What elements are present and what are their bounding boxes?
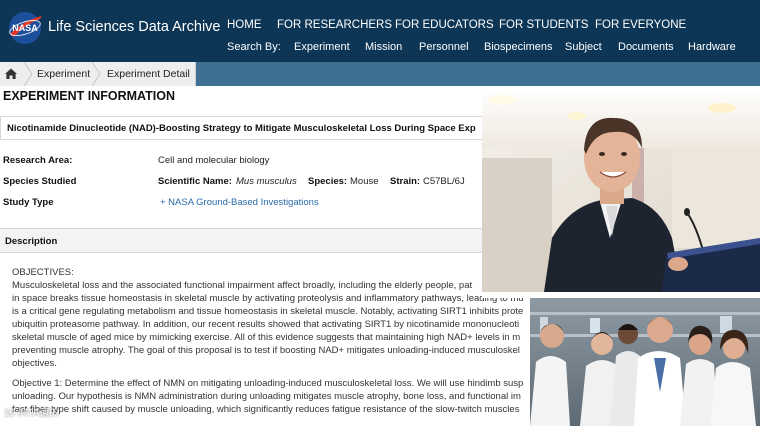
research-area-value: Cell and molecular biology	[158, 155, 270, 166]
site-header: NASA Life Sciences Data Archive HOME FOR…	[0, 0, 760, 62]
description-line: unloading. Our hypothesis is NMN adminis…	[12, 391, 521, 402]
breadcrumb-experiment[interactable]: Experiment	[37, 68, 90, 80]
scientific-name-value: Mus musculus	[236, 176, 297, 187]
search-by-experiment[interactable]: Experiment	[294, 41, 350, 53]
study-type-expand-link[interactable]: + NASA Ground-Based Investigations	[160, 197, 319, 208]
search-by-hardware[interactable]: Hardware	[688, 41, 736, 53]
description-line: preventing muscle atrophy. The goal of t…	[12, 345, 520, 356]
nav-home[interactable]: HOME	[227, 19, 262, 31]
photo-divider	[482, 292, 530, 298]
search-by-biospecimens[interactable]: Biospecimens	[484, 41, 552, 53]
description-title: Description	[5, 236, 58, 247]
chevron-right-icon	[91, 62, 101, 86]
description-line: objectives.	[12, 358, 57, 369]
study-type-label: Study Type	[3, 197, 54, 208]
description-header[interactable]: Description	[0, 228, 482, 253]
nav-for-students[interactable]: FOR STUDENTS	[499, 19, 588, 31]
search-by-mission[interactable]: Mission	[365, 41, 402, 53]
search-by-personnel[interactable]: Personnel	[419, 41, 469, 53]
breadcrumb: Experiment Experiment Detail	[0, 62, 760, 86]
page-title: EXPERIMENT INFORMATION	[3, 89, 175, 103]
speaker-photo	[482, 88, 760, 292]
nasa-logo[interactable]: NASA	[4, 10, 46, 46]
site-title[interactable]: Life Sciences Data Archive	[48, 19, 220, 35]
search-by-label: Search By:	[227, 41, 281, 53]
description-line: Objective 1: Determine the effect of NMN…	[12, 378, 524, 389]
scientific-name-label: Scientific Name:	[158, 176, 232, 187]
description-line: ubiquitin proteasome pathway. In additio…	[12, 319, 520, 330]
strain-label: Strain:	[390, 176, 421, 187]
description-body: OBJECTIVES: Musculoskeletal loss and the…	[0, 253, 530, 426]
research-area-label: Research Area:	[3, 155, 73, 166]
breadcrumb-trail: Experiment Experiment Detail	[0, 62, 196, 86]
description-line: Musculoskeletal loss and the associated …	[12, 280, 473, 291]
species-value: Mouse	[350, 176, 379, 187]
svg-text:NASA: NASA	[12, 23, 38, 33]
species-label: Species:	[308, 176, 348, 187]
nav-for-researchers[interactable]: FOR RESEARCHERS	[277, 19, 392, 31]
description-line: fast fiber type shift caused by muscle u…	[12, 404, 520, 415]
description-line: skeletal muscle of aged mice by mimickin…	[12, 332, 521, 343]
description-line: in space breaks tissue homeostasis in sk…	[12, 293, 524, 304]
watermark: 10 iNTA道的	[4, 408, 60, 419]
experiment-title-box: Nicotinamide Dinucleotide (NAD)-Boosting…	[0, 116, 482, 140]
nav-for-educators[interactable]: FOR EDUCATORS	[395, 19, 494, 31]
home-icon[interactable]	[0, 62, 22, 86]
description-line: OBJECTIVES:	[12, 267, 74, 278]
breadcrumb-experiment-detail: Experiment Detail	[107, 68, 190, 80]
strain-value: C57BL/6J	[423, 176, 465, 187]
nav-for-everyone[interactable]: FOR EVERYONE	[595, 19, 686, 31]
lab-team-photo	[530, 292, 760, 426]
search-by-documents[interactable]: Documents	[618, 41, 674, 53]
species-studied-label: Species Studied	[3, 176, 77, 187]
chevron-right-icon	[23, 62, 33, 86]
description-line: is a critical gene regulating metabolism…	[12, 306, 524, 317]
experiment-title: Nicotinamide Dinucleotide (NAD)-Boosting…	[7, 123, 476, 134]
search-by-subject[interactable]: Subject	[565, 41, 602, 53]
